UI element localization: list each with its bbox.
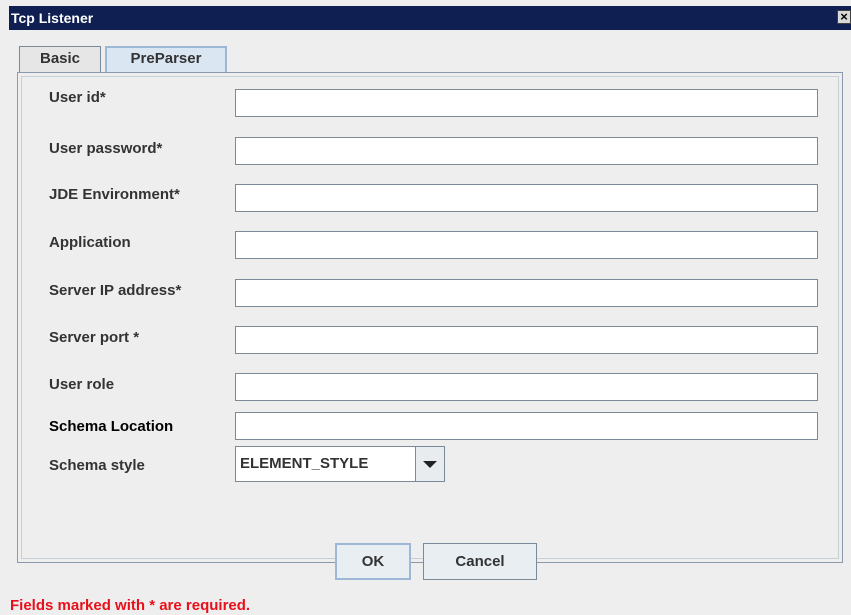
chevron-down-icon[interactable] [415, 447, 444, 481]
user-password-label: User password* [49, 140, 163, 157]
ok-button[interactable]: OK [335, 543, 411, 580]
dialog-body: Basic PreParser User id* User password* … [9, 30, 851, 615]
ok-button-label: OK [361, 553, 385, 570]
cancel-button[interactable]: Cancel [423, 543, 537, 580]
schema-style-label: Schema style [49, 457, 145, 474]
schema-style-value: ELEMENT_STYLE [240, 455, 369, 472]
server-port-field[interactable] [235, 326, 818, 354]
required-fields-note: Fields marked with * are required. [10, 597, 251, 614]
server-ip-field[interactable] [235, 279, 818, 307]
jde-environment-field[interactable] [235, 184, 818, 212]
schema-style-dropdown[interactable]: ELEMENT_STYLE [235, 446, 445, 482]
user-id-field[interactable] [235, 89, 818, 117]
server-port-label: Server port * [49, 329, 140, 346]
application-field[interactable] [235, 231, 818, 259]
tcp-listener-dialog: Tcp Listener × Basic PreParser User id* … [0, 0, 851, 615]
title-bar[interactable]: Tcp Listener × [9, 6, 851, 30]
user-role-field[interactable] [235, 373, 818, 401]
server-ip-label: Server IP address* [49, 282, 182, 299]
window-title: Tcp Listener [11, 10, 94, 26]
close-button[interactable]: × [837, 10, 851, 24]
tab-basic[interactable]: Basic [19, 46, 101, 72]
user-id-label: User id* [49, 89, 106, 106]
schema-location-field[interactable] [235, 412, 818, 440]
tab-basic-label: Basic [39, 50, 81, 67]
schema-location-label: Schema Location [49, 418, 174, 435]
jde-environment-label: JDE Environment* [49, 186, 180, 203]
close-icon: × [840, 9, 848, 24]
tab-preparser-label: PreParser [130, 50, 202, 67]
cancel-button-label: Cancel [455, 553, 505, 570]
user-role-label: User role [49, 376, 115, 393]
user-password-field[interactable] [235, 137, 818, 165]
tab-preparser[interactable]: PreParser [105, 46, 227, 72]
application-label: Application [49, 234, 131, 251]
